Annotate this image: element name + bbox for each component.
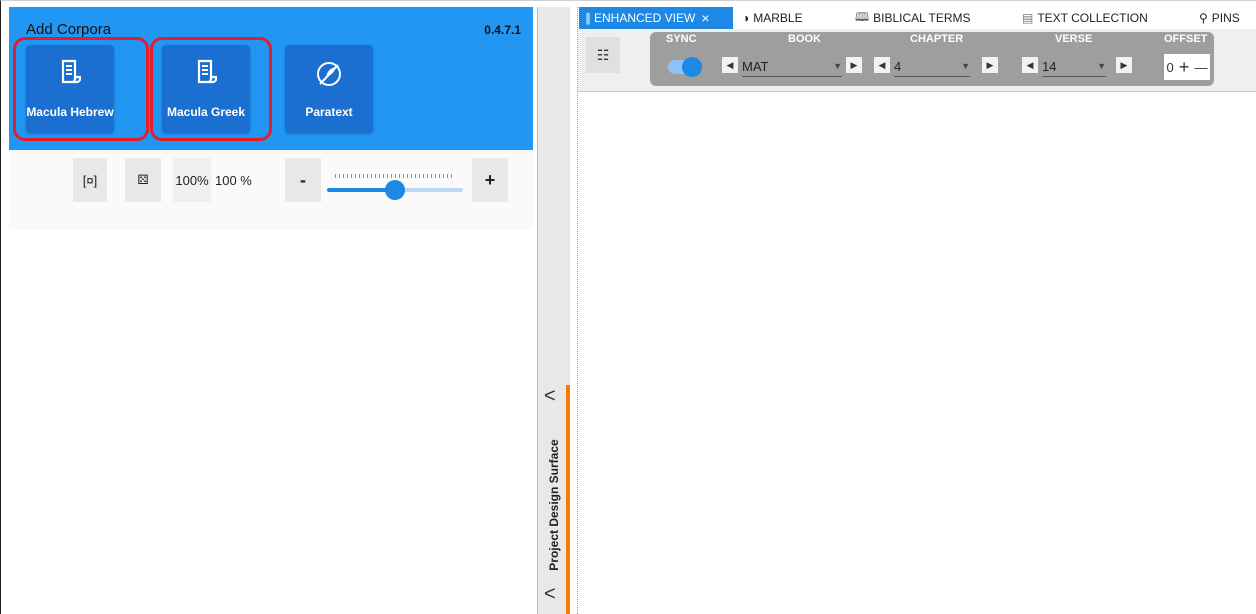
plus-icon[interactable]: +	[1179, 57, 1190, 78]
minus-icon[interactable]: —	[1194, 60, 1207, 75]
macula-hebrew-button[interactable]: Macula Hebrew	[26, 45, 114, 133]
minus-icon: -	[300, 169, 306, 190]
zoom-in-button[interactable]: +	[472, 158, 508, 202]
verse-value: 14	[1042, 58, 1057, 74]
paratext-button[interactable]: Paratext	[285, 45, 373, 133]
settings-button[interactable]: ☷	[586, 37, 620, 73]
caret-down-icon: ▼	[1097, 61, 1106, 71]
chapter-prev-button[interactable]: ◀	[874, 57, 890, 73]
right-panel: ∥ ENHANCED VIEW × ◑ MARBLE 🕮 BIBLICAL TE…	[577, 7, 1256, 614]
document-icon: ▤	[1022, 11, 1034, 25]
strip-accent	[566, 385, 570, 614]
zoom-100-button[interactable]: 100%	[173, 158, 211, 202]
tab-enhanced-view[interactable]: ∥ ENHANCED VIEW ×	[579, 7, 733, 29]
tab-biblical-terms[interactable]: 🕮 BIBLICAL TERMS	[855, 7, 971, 29]
add-corpora-panel: Add Corpora 0.4.7.1 Macula Hebrew Macula…	[9, 7, 533, 150]
bcv-controls: SYNC BOOK CHAPTER VERSE OFFSET ◀ MAT ▼ ▶ …	[650, 32, 1214, 86]
offset-field[interactable]: 0 + —	[1164, 54, 1210, 80]
sync-toggle[interactable]	[668, 57, 702, 77]
caret-down-icon: ▼	[833, 61, 842, 71]
corpus-label: Macula Hebrew	[26, 105, 114, 119]
book-icon: 🕮	[855, 9, 870, 24]
offset-value: 0	[1166, 59, 1174, 75]
tab-pins[interactable]: ⚲ PINS	[1199, 7, 1240, 29]
quill-icon	[285, 59, 373, 94]
corpus-label: Paratext	[305, 105, 353, 119]
random-layout-button[interactable]: ⚄	[125, 158, 161, 202]
strip-label: Project Design Surface	[547, 439, 561, 571]
fit-screen-icon: [¤]	[82, 172, 98, 188]
plus-icon: +	[484, 169, 496, 190]
version-label: 0.4.7.1	[484, 23, 521, 37]
enhanced-view-icon: ∥	[585, 11, 591, 25]
fit-screen-button[interactable]: [¤]	[73, 158, 107, 202]
verse-prev-button[interactable]: ◀	[1022, 57, 1038, 73]
tab-label: BIBLICAL TERMS	[873, 11, 971, 25]
scroll-icon	[162, 59, 250, 90]
book-prev-button[interactable]: ◀	[722, 57, 738, 73]
close-icon[interactable]: ×	[701, 10, 709, 26]
offset-header: OFFSET	[1164, 33, 1208, 45]
chapter-header: CHAPTER	[910, 33, 964, 45]
tab-label: TEXT COLLECTION	[1037, 11, 1148, 25]
project-design-surface-strip[interactable]: < < Project Design Surface	[537, 7, 570, 614]
verse-navigation-bar: ☷ SYNC BOOK CHAPTER VERSE OFFSET ◀ MAT ▼ …	[578, 29, 1256, 92]
macula-greek-button[interactable]: Macula Greek	[162, 45, 250, 133]
chapter-value: 4	[894, 58, 902, 74]
slider-ticks	[335, 174, 455, 178]
book-select[interactable]: MAT ▼	[742, 56, 842, 77]
book-value: MAT	[742, 58, 769, 74]
zoom-out-button[interactable]: -	[285, 158, 321, 202]
tab-text-collection[interactable]: ▤ TEXT COLLECTION	[1022, 7, 1148, 29]
caret-down-icon: ▼	[961, 61, 970, 71]
slider-thumb[interactable]	[385, 180, 405, 200]
tab-label: PINS	[1211, 11, 1240, 25]
toggle-knob	[682, 57, 702, 77]
zoom-preset-label: 100%	[175, 172, 209, 188]
pin-icon: ⚲	[1199, 11, 1208, 25]
sliders-icon: ☷	[596, 46, 610, 63]
tab-label: ENHANCED VIEW	[594, 11, 696, 25]
add-corpora-title: Add Corpora	[26, 21, 112, 38]
verse-header: VERSE	[1055, 33, 1093, 45]
marble-icon: ◑	[742, 11, 750, 25]
book-header: BOOK	[788, 33, 821, 45]
dice-icon: ⚄	[137, 172, 149, 187]
scroll-icon	[26, 59, 114, 90]
tab-marble[interactable]: ◑ MARBLE	[742, 7, 803, 29]
corpus-label: Macula Greek	[166, 105, 246, 119]
left-panel: Add Corpora 0.4.7.1 Macula Hebrew Macula…	[9, 7, 533, 614]
book-next-button[interactable]: ▶	[846, 57, 862, 73]
verse-next-button[interactable]: ▶	[1116, 57, 1132, 73]
verse-select[interactable]: 14 ▼	[1042, 56, 1106, 77]
sync-header: SYNC	[666, 33, 697, 45]
tab-label: MARBLE	[753, 11, 803, 25]
zoom-value: 100 %	[215, 172, 252, 188]
chevron-left-icon[interactable]: <	[544, 583, 556, 606]
zoom-slider[interactable]	[327, 168, 463, 200]
chevron-left-icon[interactable]: <	[544, 385, 556, 408]
zoom-toolbar: [¤] ⚄ 100% 100 % - +	[9, 150, 533, 230]
tab-bar: ∥ ENHANCED VIEW × ◑ MARBLE 🕮 BIBLICAL TE…	[578, 7, 1256, 29]
chapter-next-button[interactable]: ▶	[982, 57, 998, 73]
chapter-select[interactable]: 4 ▼	[894, 56, 970, 77]
